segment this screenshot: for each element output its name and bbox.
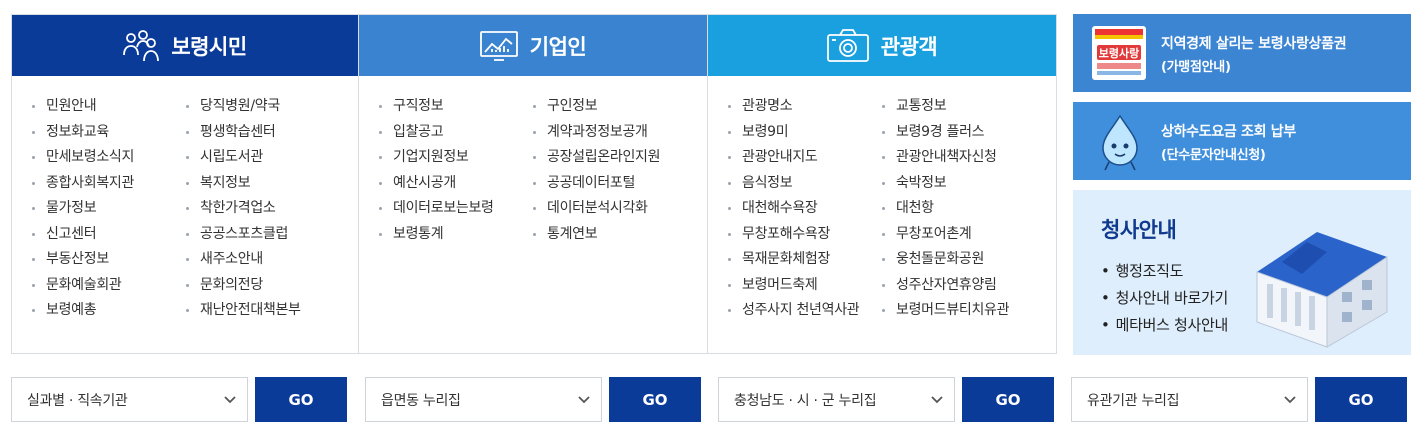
link-item[interactable]: 교통정보 xyxy=(882,96,1056,122)
link-item[interactable]: 데이터로보는보령 xyxy=(379,198,533,224)
citizen-column: 보령시민 민원안내 당직병원/약국 정보화교육 평생학습센터 만세보령소식지 시… xyxy=(12,15,359,353)
tourist-links: 관광명소 교통정보 보령9미 보령9경 플러스 관광안내지도 관광안내책자신청 … xyxy=(728,96,1056,326)
link-item[interactable]: 당직병원/약국 xyxy=(186,96,358,122)
citizen-links: 민원안내 당직병원/약국 정보화교육 평생학습센터 만세보령소식지 시립도서관 … xyxy=(32,96,358,326)
link-item[interactable]: 대천해수욕장 xyxy=(728,198,882,224)
link-item[interactable]: 목재문화체험장 xyxy=(728,249,882,275)
city-hall-link[interactable]: • 행정조직도 xyxy=(1101,258,1228,285)
link-item[interactable]: 평생학습센터 xyxy=(186,122,358,148)
water-banner-title: 상하수도요금 조회 납부 xyxy=(1161,124,1296,140)
department-select-value: 실과별 · 직속기관 xyxy=(27,393,128,409)
province-select-value: 충청남도 · 시 · 군 누리집 xyxy=(734,393,877,409)
city-hall-guide-banner: 청사안내 • 행정조직도 • 청사안내 바로가기 • 메타버스 청사안내 xyxy=(1073,190,1411,355)
link-item[interactable]: 부동산정보 xyxy=(32,249,186,275)
link-item[interactable]: 문화의전당 xyxy=(186,275,358,301)
link-item[interactable]: 대천항 xyxy=(882,198,1056,224)
city-hall-guide-title: 청사안내 xyxy=(1101,218,1177,242)
link-item[interactable]: 예산시공개 xyxy=(379,173,533,199)
related-org-select[interactable]: 유관기관 누리집 xyxy=(1071,377,1308,422)
chevron-down-icon xyxy=(1284,396,1296,404)
city-hall-link[interactable]: • 청사안내 바로가기 xyxy=(1101,285,1228,312)
chart-monitor-icon xyxy=(479,30,518,61)
link-item[interactable]: 데이터분석시각화 xyxy=(533,198,707,224)
link-item[interactable]: 신고센터 xyxy=(32,224,186,250)
link-item[interactable]: 종합사회복지관 xyxy=(32,173,186,199)
department-select[interactable]: 실과별 · 직속기관 xyxy=(11,377,248,422)
city-hall-link[interactable]: • 메타버스 청사안내 xyxy=(1101,312,1228,339)
people-icon xyxy=(123,29,160,61)
link-item[interactable]: 만세보령소식지 xyxy=(32,147,186,173)
link-item[interactable]: 새주소안내 xyxy=(186,249,358,275)
link-item[interactable]: 민원안내 xyxy=(32,96,186,122)
link-item[interactable]: 기업지원정보 xyxy=(379,147,533,173)
chevron-down-icon xyxy=(224,396,236,404)
business-title: 기업인 xyxy=(529,34,587,59)
link-item[interactable]: 무창포해수욕장 xyxy=(728,224,882,250)
related-org-go-button[interactable]: GO xyxy=(1315,377,1407,422)
link-item[interactable]: 보령9미 xyxy=(728,122,882,148)
link-item[interactable]: 음식정보 xyxy=(728,173,882,199)
gift-banner-subtitle: (가맹점안내) xyxy=(1161,60,1231,75)
link-item[interactable]: 보령9경 플러스 xyxy=(882,122,1056,148)
link-item[interactable]: 관광명소 xyxy=(728,96,882,122)
link-item[interactable]: 공공스포츠클럽 xyxy=(186,224,358,250)
water-bill-banner[interactable]: 상하수도요금 조회 납부 (단수문자안내신청) xyxy=(1073,102,1411,180)
city-hall-guide-links: • 행정조직도 • 청사안내 바로가기 • 메타버스 청사안내 xyxy=(1101,258,1228,339)
link-item[interactable]: 문화예술회관 xyxy=(32,275,186,301)
province-go-button[interactable]: GO xyxy=(962,377,1054,422)
link-item[interactable]: 복지정보 xyxy=(186,173,358,199)
business-column: 기업인 구직정보 구인정보 입찰공고 계약과정정보공개 기업지원정보 공장설립온… xyxy=(359,15,708,353)
gift-logo-text: 보령사랑 xyxy=(1099,46,1139,60)
business-links: 구직정보 구인정보 입찰공고 계약과정정보공개 기업지원정보 공장설립온라인지원… xyxy=(379,96,707,249)
chevron-down-icon xyxy=(931,396,943,404)
link-item[interactable]: 착한가격업소 xyxy=(186,198,358,224)
link-item[interactable]: 성주산자연휴양림 xyxy=(882,275,1056,301)
gift-certificate-banner[interactable]: 보령사랑 지역경제 살리는 보령사랑상품권 (가맹점안내) xyxy=(1073,14,1411,92)
link-item[interactable]: 관광안내지도 xyxy=(728,147,882,173)
tourist-column: 관광객 관광명소 교통정보 보령9미 보령9경 플러스 관광안내지도 관광안내책… xyxy=(708,15,1056,353)
township-go-button[interactable]: GO xyxy=(609,377,701,422)
link-item[interactable]: 공공데이터포털 xyxy=(533,173,707,199)
department-go-button[interactable]: GO xyxy=(255,377,347,422)
business-header[interactable]: 기업인 xyxy=(359,15,707,76)
link-item[interactable]: 보령머드축제 xyxy=(728,275,882,301)
camera-icon xyxy=(826,28,869,62)
citizen-header[interactable]: 보령시민 xyxy=(12,15,358,76)
township-select-value: 읍면동 누리집 xyxy=(381,393,461,409)
link-item[interactable]: 무창포어촌계 xyxy=(882,224,1056,250)
water-drop-mascot-icon xyxy=(1102,114,1138,171)
link-item[interactable]: 재난안전대책본부 xyxy=(186,300,358,326)
link-item[interactable]: 시립도서관 xyxy=(186,147,358,173)
link-item[interactable]: 보령예총 xyxy=(32,300,186,326)
water-banner-text: 상하수도요금 조회 납부 (단수문자안내신청) xyxy=(1161,122,1296,166)
citizen-title: 보령시민 xyxy=(171,34,247,59)
link-item[interactable]: 성주사지 천년역사관 xyxy=(728,300,882,326)
link-item[interactable]: 통계연보 xyxy=(533,224,707,250)
link-item[interactable]: 보령통계 xyxy=(379,224,533,250)
link-item[interactable]: 숙박정보 xyxy=(882,173,1056,199)
city-hall-building-icon xyxy=(1256,232,1388,348)
link-item[interactable]: 입찰공고 xyxy=(379,122,533,148)
link-item[interactable]: 보령머드뷰티치유관 xyxy=(882,300,1056,326)
tourist-title: 관광객 xyxy=(880,34,938,59)
link-item[interactable]: 물가정보 xyxy=(32,198,186,224)
province-select[interactable]: 충청남도 · 시 · 군 누리집 xyxy=(718,377,955,422)
gift-banner-text: 지역경제 살리는 보령사랑상품권 (가맹점안내) xyxy=(1161,34,1347,78)
link-item[interactable]: 관광안내책자신청 xyxy=(882,147,1056,173)
chevron-down-icon xyxy=(578,396,590,404)
quick-menu-panels: 보령시민 민원안내 당직병원/약국 정보화교육 평생학습센터 만세보령소식지 시… xyxy=(11,14,1057,354)
link-item[interactable]: 정보화교육 xyxy=(32,122,186,148)
link-item[interactable]: 웅천돌문화공원 xyxy=(882,249,1056,275)
link-item[interactable]: 구직정보 xyxy=(379,96,533,122)
gift-banner-title: 지역경제 살리는 보령사랑상품권 xyxy=(1161,36,1347,52)
link-item[interactable]: 계약과정정보공개 xyxy=(533,122,707,148)
link-item[interactable]: 공장설립온라인지원 xyxy=(533,147,707,173)
township-select[interactable]: 읍면동 누리집 xyxy=(365,377,602,422)
water-banner-subtitle: (단수문자안내신청) xyxy=(1161,148,1266,163)
related-org-select-value: 유관기관 누리집 xyxy=(1087,393,1180,409)
tourist-header[interactable]: 관광객 xyxy=(708,15,1056,76)
link-item[interactable]: 구인정보 xyxy=(533,96,707,122)
gift-certificate-logo: 보령사랑 xyxy=(1092,26,1146,80)
